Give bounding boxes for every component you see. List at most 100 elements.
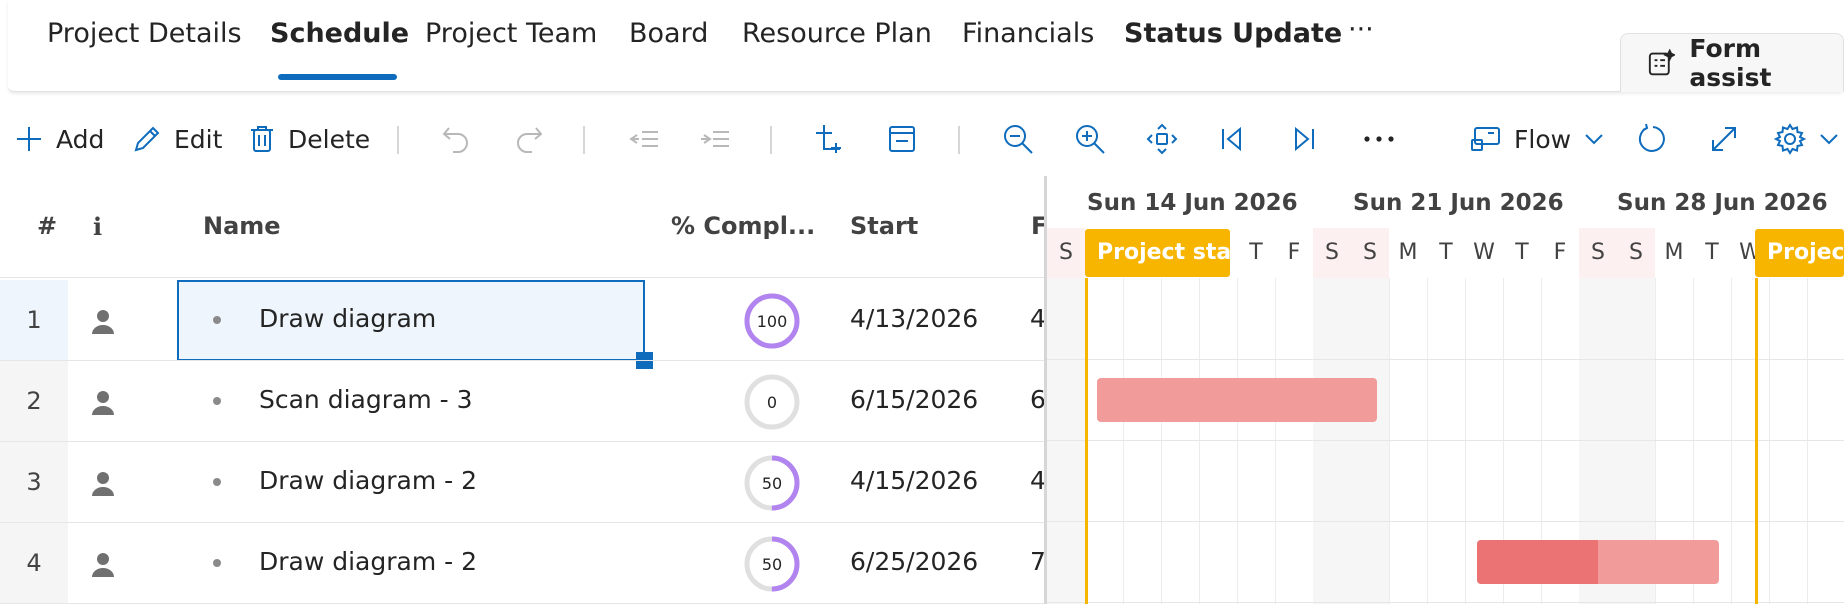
scroll-to-end-button[interactable] bbox=[1290, 112, 1318, 166]
column-header-name[interactable]: Name bbox=[203, 212, 281, 240]
table-row[interactable]: 2 Scan diagram - 3 0 6/15/2026 6 bbox=[0, 361, 1044, 442]
day-gridline bbox=[1199, 278, 1200, 604]
fit-to-screen-button[interactable] bbox=[1146, 112, 1178, 166]
percent-complete-ring[interactable]: 50 bbox=[743, 535, 801, 593]
day-gridline bbox=[1161, 278, 1162, 604]
person-icon[interactable] bbox=[90, 551, 116, 577]
column-header-percent-complete[interactable]: % Compl... bbox=[671, 212, 815, 240]
flow-dropdown[interactable]: Flow bbox=[1470, 112, 1605, 166]
skip-forward-icon bbox=[1295, 126, 1314, 152]
day-gridline bbox=[1465, 278, 1466, 604]
day-label: T bbox=[1515, 240, 1529, 265]
start-date[interactable]: 4/15/2026 bbox=[850, 466, 978, 495]
table-row[interactable]: 1 Draw diagram 100 4/13/2026 4 bbox=[0, 280, 1044, 361]
form-sparkle-icon bbox=[1648, 48, 1676, 76]
bullet-icon bbox=[213, 478, 221, 486]
finish-date[interactable]: 4 bbox=[1030, 304, 1044, 333]
person-icon[interactable] bbox=[90, 470, 116, 496]
edit-button[interactable]: Edit bbox=[132, 112, 222, 166]
add-dependency-button[interactable] bbox=[814, 112, 846, 166]
day-label: S bbox=[1313, 228, 1351, 278]
plus-icon bbox=[17, 127, 41, 151]
add-label: Add bbox=[56, 124, 105, 154]
add-button[interactable]: Add bbox=[14, 112, 104, 166]
percent-complete-ring[interactable]: 100 bbox=[743, 292, 801, 350]
table-row[interactable]: 3 Draw diagram - 2 50 4/15/2026 4 bbox=[0, 442, 1044, 523]
day-label: T bbox=[1249, 240, 1263, 265]
expand-button[interactable] bbox=[1709, 112, 1739, 166]
percent-complete-ring[interactable]: 0 bbox=[743, 373, 801, 431]
start-date[interactable]: 6/15/2026 bbox=[850, 385, 978, 414]
finish-date[interactable]: 7 bbox=[1030, 547, 1044, 576]
tab-project-details[interactable]: Project Details bbox=[47, 18, 242, 49]
task-name[interactable]: Scan diagram - 3 bbox=[259, 385, 473, 414]
flow-icon bbox=[1471, 127, 1500, 151]
tab-schedule[interactable]: Schedule bbox=[270, 18, 409, 49]
row-gridline bbox=[1047, 602, 1844, 603]
column-header-start[interactable]: Start bbox=[850, 212, 918, 240]
milestone-project-start[interactable]: Project start bbox=[1085, 229, 1230, 277]
milestone-project-end[interactable]: Project bbox=[1755, 229, 1844, 277]
indent-button[interactable] bbox=[699, 112, 731, 166]
table-row[interactable]: 4 Draw diagram - 2 50 6/25/2026 7 bbox=[0, 523, 1044, 604]
day-gridline bbox=[1237, 278, 1238, 604]
undo-button[interactable] bbox=[441, 112, 471, 166]
start-date[interactable]: 4/13/2026 bbox=[850, 304, 978, 333]
start-date[interactable]: 6/25/2026 bbox=[850, 547, 978, 576]
task-name[interactable]: Draw diagram - 2 bbox=[259, 466, 477, 495]
day-gridline bbox=[1807, 278, 1808, 604]
outdent-icon bbox=[629, 131, 658, 147]
scroll-to-start-button[interactable] bbox=[1218, 112, 1246, 166]
flow-label: Flow bbox=[1514, 124, 1572, 154]
more-tabs-button[interactable]: ··· bbox=[1348, 14, 1374, 45]
day-gridline bbox=[1389, 278, 1390, 604]
toolbar-separator bbox=[770, 126, 772, 154]
task-bar[interactable] bbox=[1477, 540, 1719, 584]
grid-header: # i Name % Compl... Start F bbox=[0, 176, 1047, 278]
toolbar-separator bbox=[958, 126, 960, 154]
settings-dropdown[interactable] bbox=[1774, 112, 1840, 166]
column-header-info[interactable]: i bbox=[93, 212, 102, 241]
row-number[interactable]: 3 bbox=[0, 442, 68, 522]
percent-complete-ring[interactable]: 50 bbox=[743, 454, 801, 512]
weekend-column bbox=[1313, 278, 1351, 604]
task-bar-progress bbox=[1477, 540, 1598, 584]
zoom-in-icon bbox=[1076, 125, 1105, 154]
refresh-button[interactable] bbox=[1637, 112, 1669, 166]
form-assist-label: Form assist bbox=[1689, 34, 1772, 92]
zoom-in-button[interactable] bbox=[1074, 112, 1106, 166]
person-icon[interactable] bbox=[90, 389, 116, 415]
tab-financials[interactable]: Financials bbox=[962, 18, 1094, 49]
row-number[interactable]: 2 bbox=[0, 361, 68, 441]
week-label: Sun 28 Jun 2026 bbox=[1617, 190, 1828, 216]
day-label: M bbox=[1398, 240, 1418, 265]
tab-board[interactable]: Board bbox=[629, 18, 708, 49]
person-icon[interactable] bbox=[90, 308, 116, 334]
delete-button[interactable]: Delete bbox=[248, 112, 370, 166]
row-number[interactable]: 4 bbox=[0, 523, 68, 603]
row-number[interactable]: 1 bbox=[0, 280, 68, 360]
form-assist-button[interactable]: Form assist bbox=[1620, 33, 1844, 92]
task-bar[interactable] bbox=[1097, 378, 1377, 422]
task-name[interactable]: Draw diagram bbox=[259, 304, 436, 333]
day-label: F bbox=[1287, 240, 1301, 265]
column-header-number[interactable]: # bbox=[37, 212, 57, 240]
more-actions-button[interactable] bbox=[1362, 112, 1396, 166]
finish-date[interactable]: 4 bbox=[1030, 466, 1044, 495]
task-name[interactable]: Draw diagram - 2 bbox=[259, 547, 477, 576]
outdent-button[interactable] bbox=[628, 112, 660, 166]
tab-resource-plan[interactable]: Resource Plan bbox=[742, 18, 932, 49]
day-label: F bbox=[1553, 240, 1567, 265]
redo-button[interactable] bbox=[514, 112, 544, 166]
week-label: Sun 21 Jun 2026 bbox=[1353, 190, 1564, 216]
trash-icon bbox=[251, 126, 273, 152]
bullet-icon bbox=[213, 397, 221, 405]
row-gridline bbox=[1047, 521, 1844, 522]
tab-status-update[interactable]: Status Update bbox=[1124, 18, 1342, 49]
finish-date[interactable]: 6 bbox=[1030, 385, 1044, 414]
percent-value: 50 bbox=[762, 555, 782, 574]
zoom-out-button[interactable] bbox=[1002, 112, 1034, 166]
summary-task-button[interactable] bbox=[887, 112, 917, 166]
row-gridline bbox=[1047, 440, 1844, 441]
tab-project-team[interactable]: Project Team bbox=[425, 18, 597, 49]
